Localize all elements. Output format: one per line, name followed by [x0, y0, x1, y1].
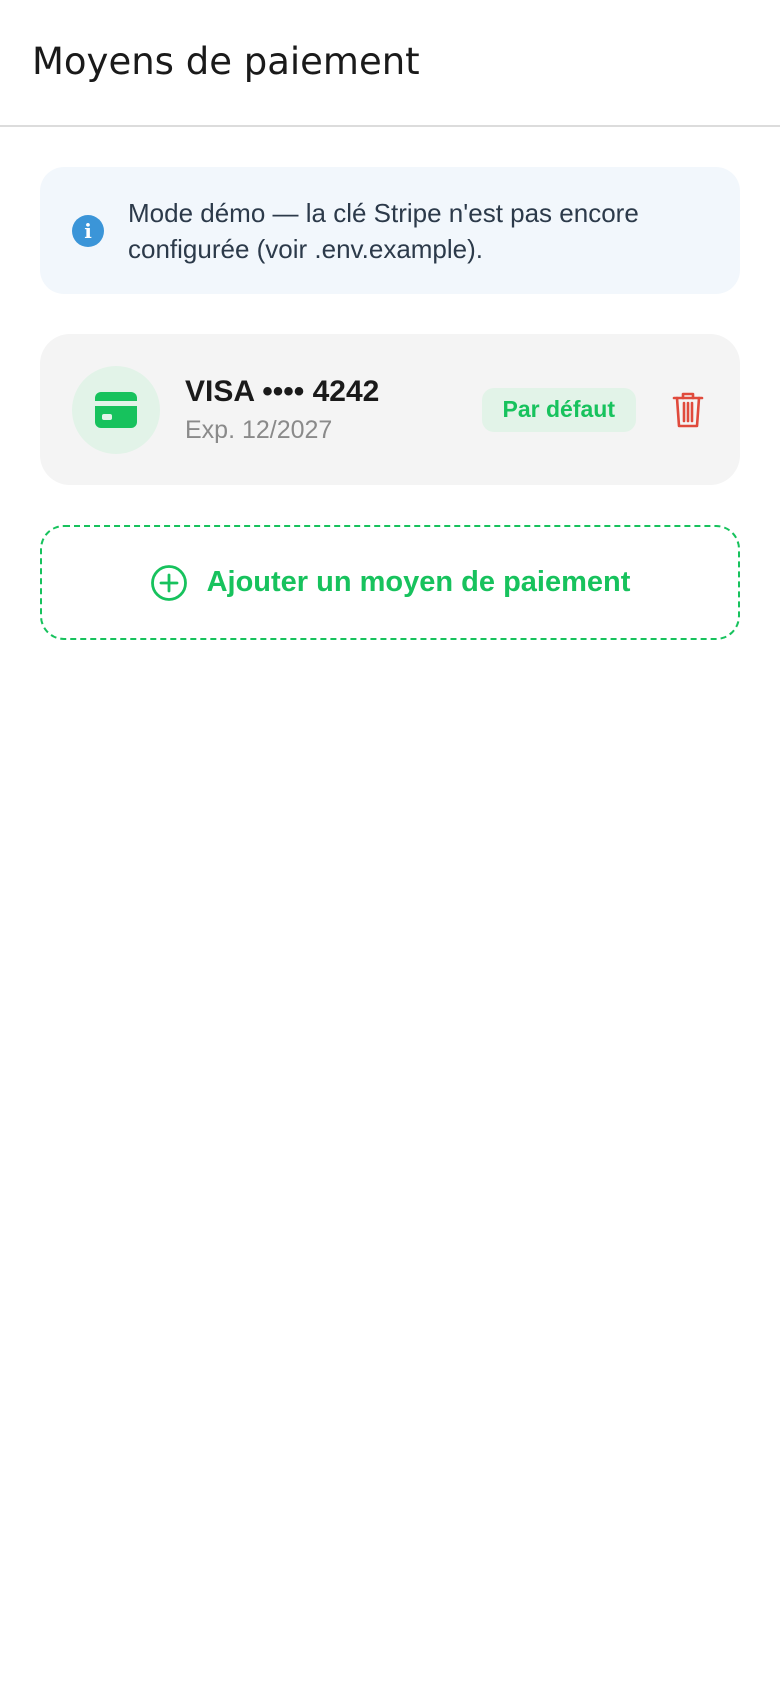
demo-mode-message: Mode démo — la clé Stripe n'est pas enco… — [128, 195, 639, 267]
demo-mode-banner: i Mode démo — la clé Stripe n'est pas en… — [40, 167, 740, 294]
default-badge: Par défaut — [481, 387, 636, 432]
main-content: i Mode démo — la clé Stripe n'est pas en… — [0, 127, 780, 640]
plus-circle-icon — [150, 564, 188, 602]
app-header: Moyens de paiement — [0, 0, 780, 127]
demo-mode-message-line2: configurée (voir .env.example). — [128, 233, 484, 264]
add-payment-method-button[interactable]: Ajouter un moyen de paiement — [40, 525, 740, 640]
page-title: Moyens de paiement — [32, 40, 420, 83]
payment-method-item[interactable]: VISA •••• 4242 Exp. 12/2027 Par défaut — [40, 334, 740, 485]
card-info: VISA •••• 4242 Exp. 12/2027 — [185, 374, 482, 446]
info-icon: i — [72, 214, 104, 247]
demo-mode-message-line1: Mode démo — la clé Stripe n'est pas enco… — [128, 197, 639, 228]
delete-payment-button[interactable] — [668, 387, 708, 433]
card-expiry: Exp. 12/2027 — [185, 415, 333, 444]
add-payment-method-label: Ajouter un moyen de paiement — [206, 566, 631, 598]
card-icon-container — [72, 365, 160, 454]
trash-icon — [672, 392, 704, 427]
card-number-label: VISA •••• 4242 — [185, 374, 380, 408]
credit-card-icon — [95, 391, 137, 428]
